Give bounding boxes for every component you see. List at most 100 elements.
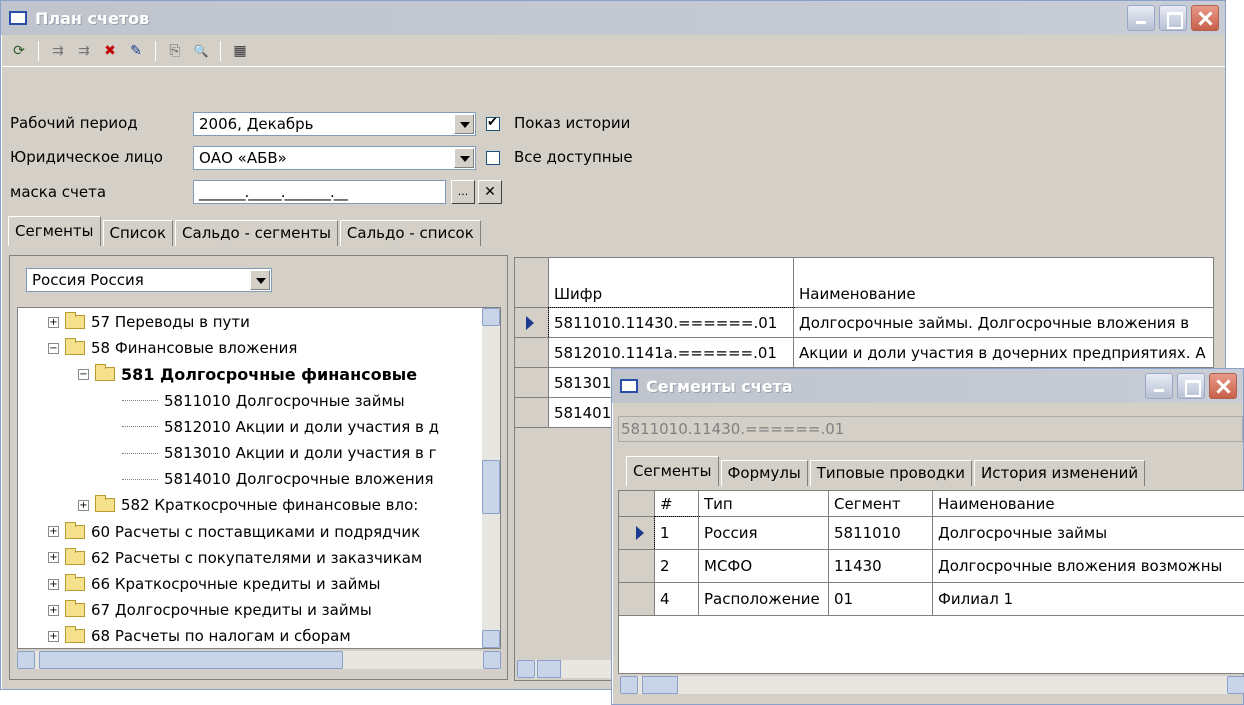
tree-item[interactable]: − 58 Финансовые вложения <box>48 336 297 360</box>
tree-item[interactable]: +582 Краткосрочные финансовые вло: <box>78 493 418 517</box>
column-header-name[interactable]: Наименование <box>794 258 1213 308</box>
tree-item[interactable]: +57 Переводы в пути <box>48 310 250 334</box>
grid-cell-code[interactable]: 5812010.1141а.======.01 <box>549 338 794 368</box>
hscroll-thumb[interactable] <box>537 660 561 678</box>
scroll-left-icon[interactable] <box>620 676 638 694</box>
seg-cell-name[interactable]: Долгосрочные займы <box>933 517 1244 550</box>
seg-cell-num[interactable]: 1 <box>654 516 700 551</box>
maximize-button[interactable] <box>1177 373 1205 399</box>
tree-item[interactable]: +62 Расчеты с покупателями и заказчикам <box>48 546 422 570</box>
collapse-icon[interactable]: − <box>48 342 59 354</box>
find-icon[interactable]: 🔍 <box>191 41 211 61</box>
scroll-up-icon[interactable] <box>482 308 500 326</box>
main-titlebar[interactable]: План счетов <box>1 1 1225 35</box>
tree-item[interactable]: +67 Долгосрочные кредиты и займы <box>48 598 372 622</box>
row-indicator[interactable] <box>619 517 655 550</box>
tree-item[interactable]: 5814010 Долгосрочные вложения <box>122 467 434 491</box>
scroll-right-icon[interactable] <box>1227 676 1244 694</box>
expand-icon[interactable]: + <box>78 499 89 511</box>
grid-cell-name[interactable]: Долгосрочные займы. Долгосрочные вложени… <box>794 308 1213 338</box>
mask-input[interactable]: _______._____._______.__ <box>193 180 446 204</box>
minimize-button[interactable] <box>1145 373 1173 399</box>
period-select[interactable]: 2006, Декабрь <box>193 112 476 136</box>
tab-formulas[interactable]: Формулы <box>720 460 808 486</box>
expand-icon[interactable]: + <box>48 552 59 564</box>
report-icon[interactable]: ▦ <box>230 41 250 61</box>
col-header-type[interactable]: Тип <box>699 491 829 517</box>
tree-item[interactable]: 5811010 Долгосрочные займы <box>122 389 405 413</box>
segment-select[interactable]: Россия Россия <box>26 268 272 292</box>
column-header-code[interactable]: Шифр <box>549 258 794 308</box>
scroll-left-icon[interactable] <box>517 660 535 678</box>
row-indicator[interactable] <box>515 338 549 368</box>
collapse-icon[interactable]: − <box>78 368 89 380</box>
seg-cell-num[interactable]: 4 <box>655 583 699 616</box>
tree-vscroll[interactable] <box>482 308 500 648</box>
tree-item[interactable]: +66 Краткосрочные кредиты и займы <box>48 572 381 596</box>
seg-cell-type[interactable]: Россия <box>699 517 829 550</box>
tab-balance-list[interactable]: Сальдо - список <box>339 220 481 246</box>
seg-cell-type[interactable]: МСФО <box>699 550 829 583</box>
history-checkbox[interactable] <box>486 115 500 131</box>
tree-item[interactable]: − 581 Долгосрочные финансовые <box>78 362 417 386</box>
seg-cell-segment[interactable]: 5811010 <box>829 517 933 550</box>
grid-hscroll[interactable] <box>517 660 617 678</box>
tree-item[interactable]: +68 Расчеты по налогам и сборам <box>48 624 351 648</box>
chevron-down-icon[interactable] <box>250 270 270 290</box>
expand-icon[interactable]: + <box>48 526 59 538</box>
seg-cell-name[interactable]: Филиал 1 <box>933 583 1244 616</box>
close-button[interactable] <box>1209 373 1237 399</box>
expand-icon[interactable]: + <box>48 630 59 642</box>
seg-cell-type[interactable]: Расположение <box>699 583 829 616</box>
tree-item[interactable]: 5812010 Акции и доли участия в д <box>122 415 439 439</box>
scroll-thumb[interactable] <box>482 460 500 514</box>
tab-history[interactable]: История изменений <box>974 460 1146 486</box>
mask-browse-button[interactable]: ... <box>451 180 475 204</box>
row-indicator[interactable] <box>515 398 549 428</box>
maximize-button[interactable] <box>1159 5 1187 31</box>
refresh-icon[interactable]: ⟳ <box>9 41 29 61</box>
expand-icon[interactable]: + <box>48 316 59 328</box>
grid-cell-code[interactable]: 5811010.11430.======.01 <box>548 307 795 339</box>
entity-select[interactable]: ОАО «АБВ» <box>193 146 476 170</box>
tree-hscroll[interactable] <box>17 651 501 669</box>
tab-segments[interactable]: Сегменты <box>626 456 719 486</box>
hscroll-thumb[interactable] <box>39 651 343 669</box>
chevron-down-icon[interactable] <box>454 148 474 168</box>
copy-icon[interactable]: ⎘ <box>165 41 185 61</box>
seg-cell-segment[interactable]: 01 <box>829 583 933 616</box>
minimize-button[interactable] <box>1127 5 1155 31</box>
delete-icon[interactable]: ✖ <box>100 41 120 61</box>
segments-titlebar[interactable]: Сегменты счета <box>612 369 1243 403</box>
tab-list[interactable]: Список <box>102 220 174 246</box>
scroll-right-icon[interactable] <box>483 651 501 669</box>
segments-hscroll[interactable] <box>620 676 1244 694</box>
grid-cell-name[interactable]: Акции и доли участия в дочерних предприя… <box>794 338 1213 368</box>
seg-cell-segment[interactable]: 11430 <box>829 550 933 583</box>
seg-cell-num[interactable]: 2 <box>655 550 699 583</box>
mask-clear-button[interactable]: ✕ <box>478 180 502 204</box>
row-indicator[interactable] <box>515 368 549 398</box>
tab-typical-entries[interactable]: Типовые проводки <box>809 460 973 486</box>
col-header-num[interactable]: # <box>655 491 699 517</box>
close-button[interactable] <box>1191 5 1219 31</box>
row-indicator[interactable] <box>619 550 655 583</box>
hscroll-thumb[interactable] <box>642 676 678 694</box>
scroll-left-icon[interactable] <box>17 651 35 669</box>
all-available-checkbox[interactable] <box>486 151 500 165</box>
row-indicator[interactable] <box>515 308 549 338</box>
col-header-name[interactable]: Наименование <box>933 491 1244 517</box>
scroll-down-icon[interactable] <box>482 630 500 648</box>
seg-cell-name[interactable]: Долгосрочные вложения возможны <box>933 550 1244 583</box>
move-in-icon[interactable]: ⇉ <box>48 41 68 61</box>
tree-item[interactable]: 5813010 Акции и доли участия в г <box>122 441 436 465</box>
tree-item[interactable]: +60 Расчеты с поставщиками и подрядчик <box>48 520 420 544</box>
tab-balance-segments[interactable]: Сальдо - сегменты <box>175 220 338 246</box>
chevron-down-icon[interactable] <box>454 114 474 134</box>
col-header-segment[interactable]: Сегмент <box>829 491 933 517</box>
move-out-icon[interactable]: ⇉ <box>74 41 94 61</box>
expand-icon[interactable]: + <box>48 604 59 616</box>
row-indicator[interactable] <box>619 583 655 616</box>
expand-icon[interactable]: + <box>48 578 59 590</box>
edit-icon[interactable]: ✎ <box>126 41 146 61</box>
